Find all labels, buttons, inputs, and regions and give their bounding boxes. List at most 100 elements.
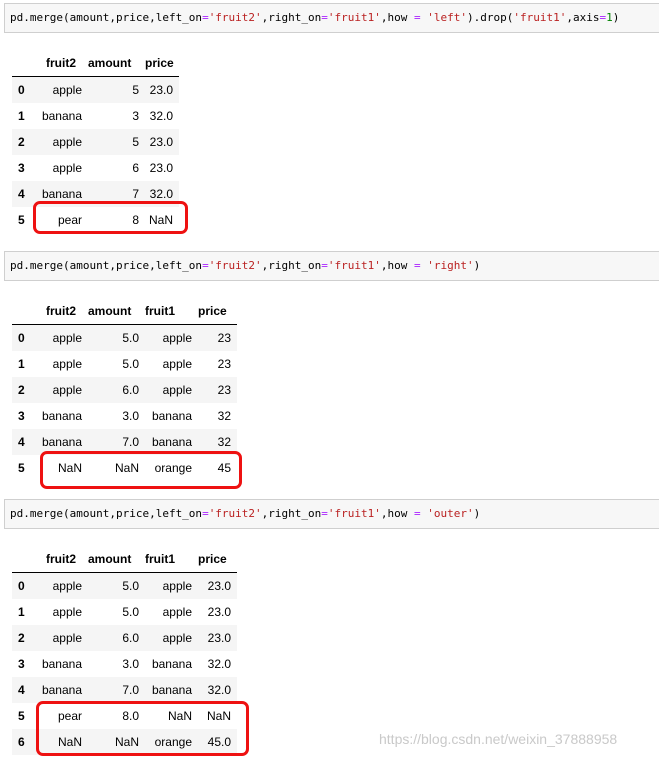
table-cell: 23.0 — [207, 631, 231, 645]
table-cell: 5.0 — [122, 605, 139, 619]
table-cell: 45 — [217, 461, 231, 475]
table-cell: 32.0 — [207, 657, 231, 671]
column-header-price: price — [198, 546, 237, 573]
table-cell: NaN — [57, 461, 82, 475]
table-cell: NaN — [114, 461, 139, 475]
table-cell: 5 — [132, 135, 139, 149]
code-token: pd.merge(amount,price,left_on — [10, 507, 203, 520]
table-cell: banana — [151, 683, 192, 697]
code-token: = — [321, 507, 328, 520]
table-row: 1 apple 5.0 apple 23 — [12, 351, 237, 377]
code-token: 'right' — [427, 259, 474, 272]
code-token: ) — [473, 507, 481, 520]
table-cell: apple — [162, 383, 192, 397]
table-cell: orange — [154, 461, 192, 475]
row-index: 3 — [18, 657, 25, 671]
table-cell: NaN — [167, 709, 192, 723]
code-token: ) — [473, 259, 481, 272]
row-index: 2 — [18, 631, 25, 645]
code-cell-right-merge[interactable]: pd.merge(amount,price,left_on='fruit2',r… — [4, 251, 659, 281]
table-cell: NaN — [114, 735, 139, 749]
table-cell: pear — [57, 213, 82, 227]
code-token: 'fruit2' — [208, 259, 262, 272]
code-token: 'fruit1' — [327, 11, 381, 24]
code-token: ).drop( — [467, 11, 514, 24]
code-token: = — [202, 11, 209, 24]
code-cell-left-merge[interactable]: pd.merge(amount,price,left_on='fruit2',r… — [4, 3, 659, 33]
table-header-row: fruit2 amount price — [12, 50, 179, 77]
code-token: ,axis — [566, 11, 600, 24]
column-header-price: price — [198, 298, 237, 325]
code-token: 'left' — [427, 11, 468, 24]
output-table-right-merge: fruit2 amount fruit1 price 0 apple 5.0 apple 23 1… — [12, 298, 237, 481]
table-cell: 7.0 — [122, 683, 139, 697]
row-index: 4 — [18, 435, 25, 449]
table-cell: 7.0 — [122, 435, 139, 449]
table-cell: 23.0 — [207, 605, 231, 619]
table-row: 6 NaN NaN orange 45.0 — [12, 729, 237, 755]
code-token: = — [202, 259, 209, 272]
table-row: 5 pear 8.0 NaN NaN — [12, 703, 237, 729]
table-cell: 5.0 — [122, 579, 139, 593]
table-cell: 45.0 — [207, 735, 231, 749]
table-cell: banana — [41, 187, 82, 201]
code-token: 'fruit1' — [327, 259, 381, 272]
code-token: ,how — [380, 259, 415, 272]
table-cell: pear — [57, 709, 82, 723]
table-cell: apple — [162, 631, 192, 645]
code-cell-outer-merge[interactable]: pd.merge(amount,price,left_on='fruit2',r… — [4, 499, 659, 529]
table-row: 5 pear 8 NaN — [12, 207, 179, 233]
table-cell: 3 — [132, 109, 139, 123]
code-token: 'fruit1' — [327, 507, 381, 520]
table-cell: apple — [52, 631, 82, 645]
table-cell: 3.0 — [122, 657, 139, 671]
table-cell: apple — [162, 331, 192, 345]
row-index: 0 — [18, 579, 25, 593]
table-cell: 23.0 — [207, 579, 231, 593]
watermark-text: https://blog.csdn.net/weixin_37888958 — [379, 731, 618, 747]
table-row: 3 banana 3.0 banana 32 — [12, 403, 237, 429]
table-row: 2 apple 6.0 apple 23.0 — [12, 625, 237, 651]
table-cell: NaN — [148, 213, 173, 227]
code-token: = — [202, 507, 209, 520]
index-header — [12, 298, 36, 325]
table-cell: 32 — [217, 409, 231, 423]
table-cell: 32.0 — [149, 109, 173, 123]
table-cell: 32.0 — [149, 187, 173, 201]
table-cell: apple — [162, 579, 192, 593]
table-cell: 6.0 — [122, 631, 139, 645]
table-cell: apple — [52, 605, 82, 619]
code-token: = — [414, 507, 421, 520]
column-header-fruit2: fruit2 — [36, 298, 88, 325]
table-cell: 32 — [217, 435, 231, 449]
table-row: 1 banana 3 32.0 — [12, 103, 179, 129]
column-header-price: price — [145, 50, 179, 77]
row-index: 0 — [18, 331, 25, 345]
table-row: 5 NaN NaN orange 45 — [12, 455, 237, 481]
table-cell: 32.0 — [207, 683, 231, 697]
output-table-outer-merge: fruit2 amount fruit1 price 0 apple 5.0 apple 23.… — [12, 546, 237, 755]
code-token: ,right_on — [261, 507, 322, 520]
table-cell: orange — [154, 735, 192, 749]
table-row: 0 apple 5 23.0 — [12, 76, 179, 103]
table-cell: 5 — [132, 83, 139, 97]
table-row: 4 banana 7.0 banana 32.0 — [12, 677, 237, 703]
index-header — [12, 50, 36, 77]
table-cell: NaN — [57, 735, 82, 749]
table-row: 0 apple 5.0 apple 23.0 — [12, 572, 237, 599]
row-index: 5 — [18, 461, 25, 475]
code-token: 'outer' — [427, 507, 474, 520]
column-header-amount: amount — [88, 298, 145, 325]
index-header — [12, 546, 36, 573]
output-table-left-merge: fruit2 amount price 0 apple 5 23.0 1 banana 3 32.0… — [12, 50, 179, 233]
table-cell: apple — [52, 83, 82, 97]
table-row: 4 banana 7.0 banana 32 — [12, 429, 237, 455]
row-index: 3 — [18, 409, 25, 423]
table-cell: apple — [52, 357, 82, 371]
table-cell: 7 — [132, 187, 139, 201]
table-cell: 8.0 — [122, 709, 139, 723]
row-index: 5 — [18, 709, 25, 723]
code-token: = — [414, 11, 421, 24]
code-token: pd.merge(amount,price,left_on — [10, 11, 203, 24]
row-index: 3 — [18, 161, 25, 175]
